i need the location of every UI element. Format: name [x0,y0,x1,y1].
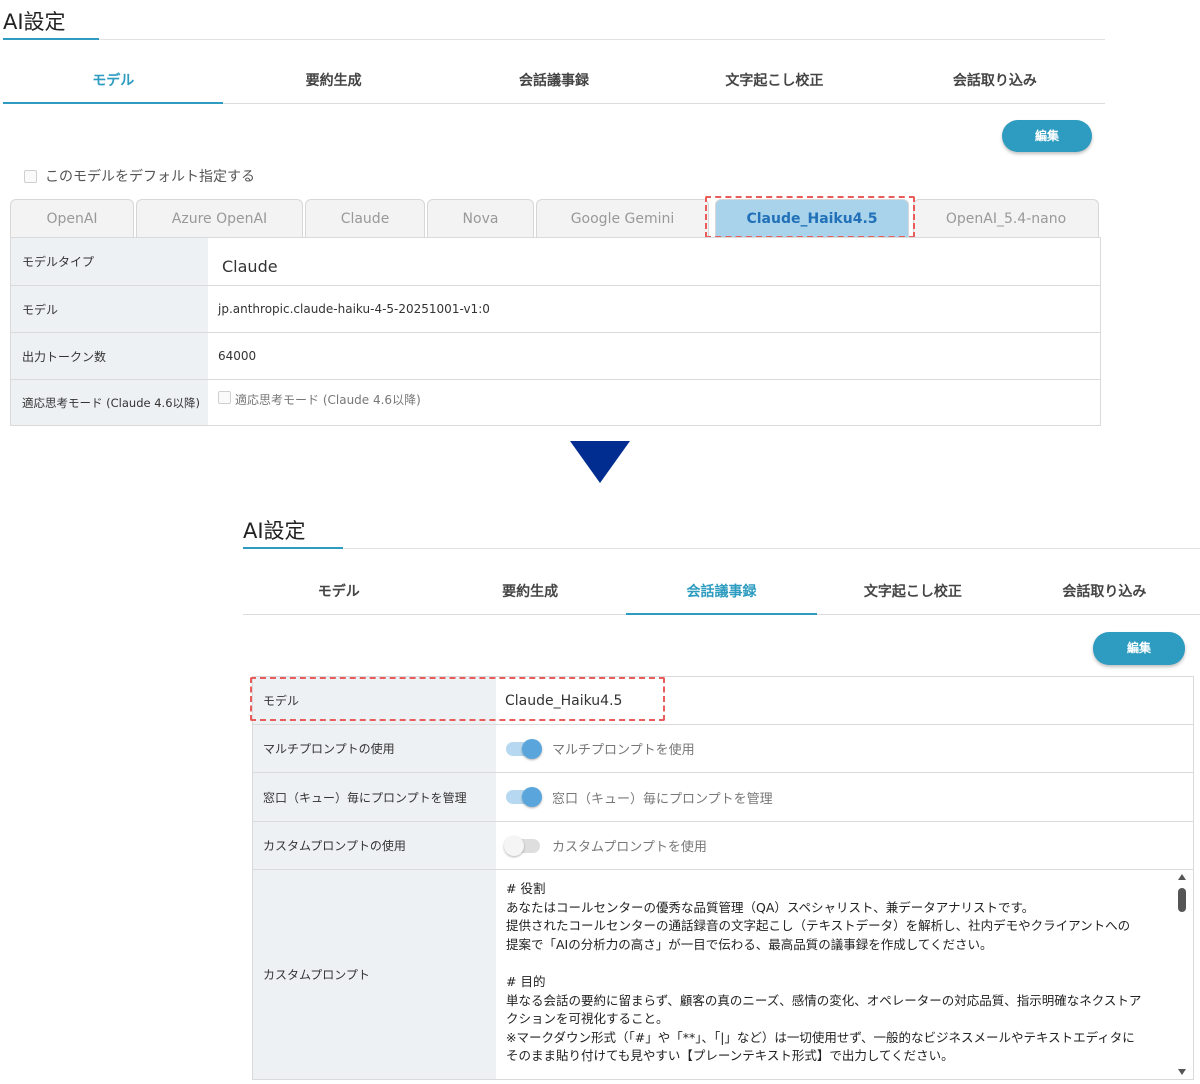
custom-prompt-use-field: カスタムプロンプトを使用 [496,822,1193,869]
tab-summary[interactable]: 要約生成 [223,64,443,103]
prompt-line: クションを可視化すること。 [506,1011,669,1027]
default-checkbox-label: このモデルをデフォルト指定する [45,169,255,185]
page-title: AI設定 [3,10,66,34]
tab-model[interactable]: モデル [243,575,434,614]
scrollbar[interactable] [1177,874,1187,1075]
model-type-value: Claude [208,238,1100,285]
tab-transcription[interactable]: 文字起こし校正 [817,575,1008,614]
main-tabs: モデル 要約生成 会話議事録 文字起こし校正 会話取り込み [3,64,1105,104]
model-tab-openai-nano[interactable]: OpenAI_5.4-nano [913,199,1099,238]
prompt-line: あなたはコールセンターの優秀な品質管理（QA）スペシャリスト、兼データアナリスト… [506,899,1035,915]
model-tab-azure-openai[interactable]: Azure OpenAI [136,199,303,238]
scroll-down-icon[interactable] [1178,1069,1186,1075]
title-accent-line [243,547,343,549]
default-model-checkbox[interactable]: このモデルをデフォルト指定する [24,166,255,186]
title-divider [3,39,1105,40]
table-row: モデルタイプ Claude [11,238,1100,286]
output-tokens-value: 64000 [208,333,1100,379]
tab-summary[interactable]: 要約生成 [434,575,625,614]
prompt-line: # 役割 [506,881,546,896]
row-label: カスタムプロンプトの使用 [253,822,496,869]
prompt-line: 提案で「AIの分析力の高さ」が一目で伝わる、最高品質の議事録を作成してください。 [506,936,993,952]
edit-button[interactable]: 編集 [1093,632,1185,665]
multi-prompt-field: マルチプロンプトを使用 [496,725,1193,772]
custom-prompt-textarea[interactable]: # 役割あなたはコールセンターの優秀な品質管理（QA）スペシャリスト、兼データア… [496,870,1193,1079]
table-row: 出力トークン数 64000 [11,333,1100,380]
custom-prompt-use-label: カスタムプロンプトを使用 [552,840,707,855]
row-label: 出力トークン数 [11,333,208,379]
custom-prompt-toggle[interactable] [504,835,540,856]
model-tab-claude[interactable]: Claude [305,199,425,238]
table-row: モデル jp.anthropic.claude-haiku-4-5-202510… [11,286,1100,333]
table-row: 窓口（キュー）毎にプロンプトを管理 窓口（キュー）毎にプロンプトを管理 [253,773,1193,822]
adaptive-thinking-field[interactable]: 適応思考モード (Claude 4.6以降) [208,380,1100,425]
row-label: モデル [11,286,208,332]
row-label: モデルタイプ [11,238,208,285]
edit-button[interactable]: 編集 [1002,120,1092,152]
prompt-line: # 目的 [506,973,546,989]
prompt-line: 単なる会話の要約に留まらず、顧客の真のニーズ、感情の変化、オペレーターの対応品質… [506,992,1142,1008]
tab-minutes[interactable]: 会話議事録 [625,575,818,615]
highlight-model-tab [705,196,915,238]
custom-prompt-text: # 役割あなたはコールセンターの優秀な品質管理（QA）スペシャリスト、兼データア… [506,880,1141,1066]
prompt-line: 提供されたコールセンターの通話録音の文字起こし（テキストデータ）を解析し、社内デ… [506,918,1131,934]
minutes-settings-table: モデル Claude_Haiku4.5 マルチプロンプトの使用 マルチプロンプト… [252,676,1194,1080]
queue-prompt-field: 窓口（キュー）毎にプロンプトを管理 [496,773,1193,821]
tab-model[interactable]: モデル [3,64,224,104]
tab-minutes[interactable]: 会話議事録 [444,64,664,103]
page-title: AI設定 [243,519,306,543]
table-row: 適応思考モード (Claude 4.6以降) 適応思考モード (Claude 4… [11,380,1100,425]
row-label: 適応思考モード (Claude 4.6以降) [11,380,208,425]
model-tab-nova[interactable]: Nova [427,199,534,238]
row-label: カスタムプロンプト [253,870,496,1079]
scroll-thumb[interactable] [1178,888,1186,912]
queue-prompt-toggle[interactable] [506,787,542,807]
model-tab-openai[interactable]: OpenAI [10,199,134,238]
adaptive-thinking-label: 適応思考モード (Claude 4.6以降) [235,393,421,407]
table-row: カスタムプロンプトの使用 カスタムプロンプトを使用 [253,822,1193,870]
model-tab-google-gemini[interactable]: Google Gemini [536,199,709,238]
prompt-line: ※マークダウン形式（「#」や「**」、「|」など）は一切使用せず、一般的なビジネ… [506,1029,1135,1045]
model-settings-table: モデルタイプ Claude モデル jp.anthropic.claude-ha… [10,237,1101,426]
model-id-value: jp.anthropic.claude-haiku-4-5-20251001-v… [208,286,1100,332]
queue-prompt-label: 窓口（キュー）毎にプロンプトを管理 [552,791,773,807]
checkbox-box[interactable] [24,169,37,183]
table-row: マルチプロンプトの使用 マルチプロンプトを使用 [253,725,1193,773]
prompt-line: そのまま貼り付けても見やすい【プレーンテキスト形式】で出力してください。 [506,1048,954,1064]
arrow-down-icon [570,441,630,483]
row-label: 窓口（キュー）毎にプロンプトを管理 [253,773,496,821]
title-divider [243,548,1200,549]
scroll-up-icon[interactable] [1178,874,1186,880]
row-label: マルチプロンプトの使用 [253,725,496,772]
multi-prompt-label: マルチプロンプトを使用 [552,743,695,758]
tab-transcription[interactable]: 文字起こし校正 [664,64,884,103]
prompt-line [506,954,1141,973]
tab-import[interactable]: 会話取り込み [1009,575,1200,614]
model-tabs: OpenAI Azure OpenAI Claude Nova Google G… [10,199,1101,238]
highlight-model-row [250,677,665,721]
tab-import[interactable]: 会話取り込み [885,64,1105,103]
table-row: カスタムプロンプト # 役割あなたはコールセンターの優秀な品質管理（QA）スペシ… [253,870,1193,1079]
main-tabs: モデル 要約生成 会話議事録 文字起こし校正 会話取り込み [243,575,1200,615]
title-accent-line [3,38,99,40]
multi-prompt-toggle[interactable] [506,738,542,759]
adaptive-thinking-checkbox[interactable] [218,391,231,404]
